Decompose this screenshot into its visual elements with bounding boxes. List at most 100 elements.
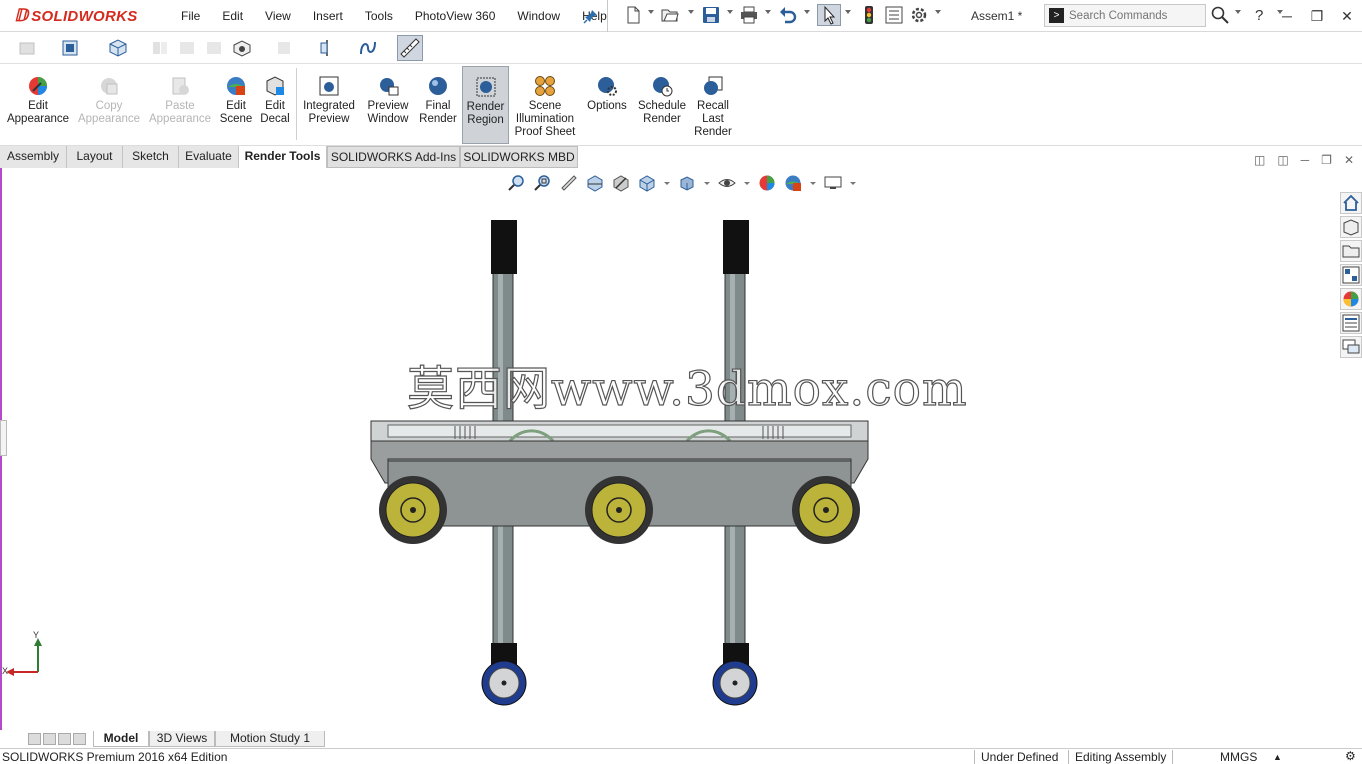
- search-magnifier-icon[interactable]: [1211, 6, 1229, 24]
- instant3d-icon[interactable]: [397, 35, 423, 61]
- last-tab-arrow-icon[interactable]: [73, 733, 86, 745]
- tab-sketch[interactable]: Sketch: [123, 146, 179, 168]
- linear-pattern-icon[interactable]: [150, 38, 170, 58]
- assembly-model-view[interactable]: [360, 215, 880, 710]
- open-dropdown-caret[interactable]: [688, 10, 694, 14]
- edit-decal-button[interactable]: Edit Decal: [258, 66, 292, 144]
- next-tab-arrow-icon[interactable]: [58, 733, 71, 745]
- close-icon[interactable]: ✕: [1332, 0, 1362, 32]
- tab-solidworks-addins[interactable]: SOLIDWORKS Add-Ins: [327, 146, 460, 168]
- view-settings-caret[interactable]: [850, 182, 856, 185]
- section-view-icon[interactable]: [586, 174, 604, 192]
- final-render-button[interactable]: Final Render: [418, 66, 458, 144]
- move-component-icon[interactable]: [204, 38, 224, 58]
- search-dropdown-caret[interactable]: [1235, 10, 1241, 14]
- hide-show-caret[interactable]: [744, 182, 750, 185]
- integrated-preview-button[interactable]: Integrated Preview: [300, 66, 358, 144]
- mate-cube-icon[interactable]: [108, 38, 128, 58]
- tab-solidworks-mbd[interactable]: SOLIDWORKS MBD: [460, 146, 578, 168]
- smart-fasteners-icon[interactable]: [177, 38, 197, 58]
- file-properties-icon[interactable]: [885, 6, 903, 24]
- previous-view-icon[interactable]: [560, 174, 578, 192]
- show-hidden-components-icon[interactable]: [232, 38, 252, 58]
- tile-right-icon[interactable]: ◫: [1277, 153, 1288, 167]
- reference-geometry-icon[interactable]: [317, 38, 337, 58]
- print-dropdown-caret[interactable]: [765, 10, 771, 14]
- tab-motion-study[interactable]: Motion Study 1: [215, 731, 325, 747]
- help-icon[interactable]: ?: [1255, 7, 1263, 24]
- custom-properties-icon[interactable]: [1340, 312, 1362, 334]
- tab-3d-views[interactable]: 3D Views: [149, 731, 215, 747]
- menu-photoview[interactable]: PhotoView 360: [404, 0, 507, 32]
- options-gear-icon[interactable]: [910, 6, 928, 24]
- apply-scene-icon[interactable]: [784, 174, 802, 192]
- assembly-component-icon[interactable]: [17, 38, 37, 58]
- undo-icon[interactable]: [779, 6, 797, 24]
- solidworks-forum-icon[interactable]: [1340, 336, 1362, 358]
- feature-manager-flyout-handle[interactable]: [0, 420, 7, 456]
- viewport-minimize-icon[interactable]: ─: [1301, 153, 1310, 167]
- menu-tools[interactable]: Tools: [354, 0, 404, 32]
- customize-status-icon[interactable]: ⚙: [1345, 749, 1356, 763]
- new-document-icon[interactable]: [624, 6, 642, 24]
- tab-model[interactable]: Model: [93, 731, 149, 747]
- pin-menu-icon[interactable]: [583, 8, 599, 24]
- display-style-icon[interactable]: [678, 174, 696, 192]
- tab-layout[interactable]: Layout: [67, 146, 123, 168]
- paste-appearance-button[interactable]: Paste Appearance: [148, 66, 212, 144]
- tab-render-tools[interactable]: Render Tools: [239, 146, 327, 168]
- copy-appearance-button[interactable]: Copy Appearance: [77, 66, 141, 144]
- menu-window[interactable]: Window: [506, 0, 571, 32]
- solidworks-resources-home-icon[interactable]: [1340, 192, 1362, 214]
- render-options-button[interactable]: Options: [584, 66, 630, 144]
- search-input[interactable]: [1069, 7, 1204, 24]
- view-orientation-caret[interactable]: [664, 182, 670, 185]
- save-dropdown-caret[interactable]: [727, 10, 733, 14]
- tab-assembly[interactable]: Assembly: [0, 146, 67, 168]
- edit-appearance-button[interactable]: Edit Appearance: [5, 66, 71, 144]
- zoom-to-fit-icon[interactable]: [508, 174, 526, 192]
- solidworks-logo[interactable]: 𝔻 SOLIDWORKS: [14, 5, 138, 27]
- new-motion-study-icon[interactable]: [358, 38, 378, 58]
- apply-scene-caret[interactable]: [810, 182, 816, 185]
- select-pointer-icon[interactable]: [817, 4, 841, 26]
- schedule-render-button[interactable]: Schedule Render: [636, 66, 688, 144]
- units-caret-icon[interactable]: ▲: [1273, 752, 1282, 762]
- dynamic-annotation-icon[interactable]: [612, 174, 630, 192]
- menu-file[interactable]: File: [170, 0, 211, 32]
- hide-show-items-icon[interactable]: [718, 174, 736, 192]
- tab-evaluate[interactable]: Evaluate: [179, 146, 239, 168]
- viewport-close-icon[interactable]: ✕: [1344, 153, 1354, 167]
- first-tab-arrow-icon[interactable]: [28, 733, 41, 745]
- select-dropdown-caret[interactable]: [845, 10, 851, 14]
- appearances-scenes-decals-icon[interactable]: [1340, 288, 1362, 310]
- status-units[interactable]: MMGS: [1220, 750, 1257, 764]
- undo-dropdown-caret[interactable]: [804, 10, 810, 14]
- menu-view[interactable]: View: [254, 0, 302, 32]
- open-folder-icon[interactable]: [661, 6, 679, 24]
- restore-icon[interactable]: ❐: [1302, 0, 1332, 32]
- menu-edit[interactable]: Edit: [211, 0, 254, 32]
- design-library-icon[interactable]: [1340, 216, 1362, 238]
- assembly-features-icon[interactable]: [274, 38, 294, 58]
- edit-scene-button[interactable]: Edit Scene: [219, 66, 253, 144]
- prev-tab-arrow-icon[interactable]: [43, 733, 56, 745]
- view-palette-icon[interactable]: [1340, 264, 1362, 286]
- menu-insert[interactable]: Insert: [302, 0, 354, 32]
- tile-left-icon[interactable]: ◫: [1254, 153, 1265, 167]
- view-orientation-icon[interactable]: [638, 174, 656, 192]
- display-style-caret[interactable]: [704, 182, 710, 185]
- view-settings-monitor-icon[interactable]: [824, 174, 842, 192]
- zoom-to-area-icon[interactable]: [534, 174, 552, 192]
- insert-components-icon[interactable]: [60, 38, 80, 58]
- edit-appearance-view-icon[interactable]: [758, 174, 776, 192]
- rebuild-traffic-light-icon[interactable]: [860, 6, 878, 24]
- file-explorer-icon[interactable]: [1340, 240, 1362, 262]
- viewport-restore-icon[interactable]: ❐: [1321, 153, 1332, 167]
- new-dropdown-caret[interactable]: [648, 10, 654, 14]
- preview-window-button[interactable]: Preview Window: [364, 66, 412, 144]
- scene-illumination-proof-sheet-button[interactable]: Scene Illumination Proof Sheet: [512, 66, 578, 144]
- options-dropdown-caret[interactable]: [935, 10, 941, 14]
- minimize-icon[interactable]: ─: [1272, 0, 1302, 32]
- render-region-button[interactable]: Render Region: [462, 66, 509, 144]
